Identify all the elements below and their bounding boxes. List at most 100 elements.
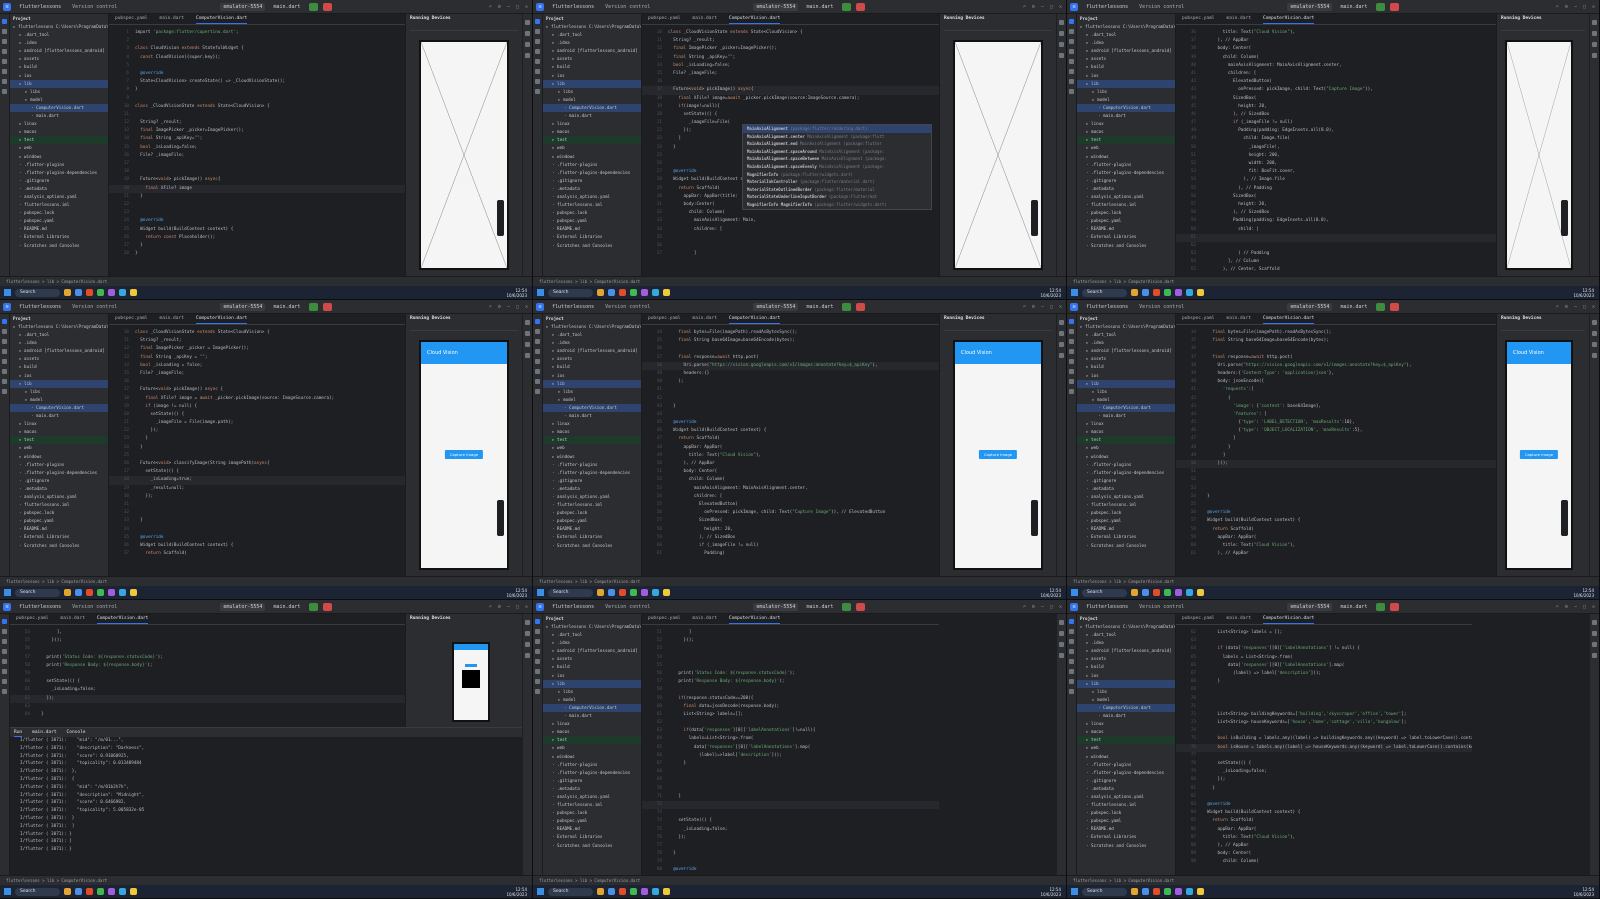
vcs-branch[interactable]: Version control	[602, 303, 653, 311]
tree-item[interactable]: ▸ model	[543, 696, 641, 704]
tree-item[interactable]: · Scratches and Consoles	[543, 242, 641, 250]
device-selector[interactable]: emulator-5554	[1287, 302, 1333, 311]
tree-item[interactable]: ▸ linux	[1077, 120, 1175, 128]
commit-icon[interactable]	[1069, 329, 1074, 334]
tree-item[interactable]: ▸ assets	[10, 355, 108, 363]
tree-item[interactable]: ▸ android [flutterlessons_android]	[543, 347, 641, 355]
tree-item[interactable]: · flutterlessons.iml	[10, 201, 108, 209]
taskbar-app-icon[interactable]	[64, 888, 71, 895]
settings-icon[interactable]: ⚙	[1032, 604, 1035, 610]
taskbar-app-icon[interactable]	[75, 589, 82, 596]
tree-item[interactable]: ▸ web	[1077, 144, 1175, 152]
emulator-icon[interactable]	[525, 653, 530, 658]
device-manager-icon[interactable]	[1592, 642, 1597, 647]
close-icon[interactable]: ✕	[1592, 4, 1595, 10]
project-tool-icon[interactable]	[1069, 319, 1074, 324]
notifications-icon[interactable]	[525, 620, 530, 625]
tree-item[interactable]: ▸ .dart_tool	[1077, 331, 1175, 339]
tree-item[interactable]: ▸ ios	[543, 672, 641, 680]
tree-item[interactable]: ▸ macos	[1077, 728, 1175, 736]
tree-item[interactable]: ▸ build	[10, 363, 108, 371]
tree-item[interactable]: ▸ build	[1077, 63, 1175, 71]
project-tool-icon[interactable]	[2, 19, 7, 24]
terminal-icon[interactable]	[2, 669, 7, 674]
tree-item[interactable]: ▸ windows	[1077, 453, 1175, 461]
taskbar-app-icon[interactable]	[119, 888, 126, 895]
vcs-branch[interactable]: Version control	[602, 603, 653, 611]
tree-item[interactable]: ▸ .dart_tool	[10, 331, 108, 339]
tree-item[interactable]: · README.md	[1077, 225, 1175, 233]
device-selector[interactable]: emulator-5554	[220, 2, 266, 11]
tree-item[interactable]: · .flutter-plugins-dependencies	[1077, 469, 1175, 477]
tree-item[interactable]: · analysis_options.yaml	[1077, 793, 1175, 801]
commit-icon[interactable]	[535, 29, 540, 34]
tree-item[interactable]: ▸ .dart_tool	[543, 631, 641, 639]
bookmarks-icon[interactable]	[1069, 349, 1074, 354]
autocomplete-item[interactable]: MainAxisAlignment.end MainAxisAlignment …	[743, 140, 931, 148]
stop-icon[interactable]	[855, 602, 865, 611]
editor-tab[interactable]: pubspec.yaml	[115, 14, 148, 24]
run-config-selector[interactable]: main.dart	[803, 3, 836, 11]
emulator-controls[interactable]	[497, 500, 504, 537]
bookmarks-icon[interactable]	[2, 649, 7, 654]
project-tool-icon[interactable]	[1069, 619, 1074, 624]
terminal-icon[interactable]	[1069, 69, 1074, 74]
bookmarks-icon[interactable]	[535, 49, 540, 54]
project-name[interactable]: flutterlessons	[16, 603, 64, 611]
autocomplete-item[interactable]: MaterialInkController (package:flutter/m…	[743, 178, 931, 186]
tree-item[interactable]: ▸ lib	[543, 79, 641, 88]
emulator-icon[interactable]	[525, 53, 530, 58]
device-manager-icon[interactable]	[1059, 342, 1064, 347]
close-icon[interactable]: ✕	[1592, 604, 1595, 610]
tree-item[interactable]: · External Libraries	[1077, 833, 1175, 841]
run-tool-icon[interactable]	[535, 659, 540, 664]
editor-tab[interactable]: main.dart	[693, 14, 717, 24]
tree-item[interactable]: ▸ lib	[1077, 379, 1175, 388]
emulator-icon[interactable]	[1592, 53, 1597, 58]
taskbar-app-icon[interactable]	[64, 289, 71, 296]
device-selector[interactable]: emulator-5554	[220, 602, 266, 611]
taskbar-app-icon[interactable]	[119, 289, 126, 296]
taskbar-app-icon[interactable]	[619, 888, 626, 895]
problems-icon[interactable]	[1069, 79, 1074, 84]
taskbar-app-icon[interactable]	[108, 888, 115, 895]
taskbar-search[interactable]: Search	[548, 887, 593, 896]
taskbar-app-icon[interactable]	[597, 888, 604, 895]
minimize-icon[interactable]: –	[507, 304, 510, 310]
tree-item[interactable]: ▸ lib	[543, 679, 641, 688]
git-icon[interactable]	[535, 389, 540, 394]
taskbar-app-icon[interactable]	[1164, 888, 1171, 895]
start-icon[interactable]	[1071, 289, 1078, 296]
notifications-icon[interactable]	[1592, 320, 1597, 325]
project-name[interactable]: flutterlessons	[1083, 303, 1131, 311]
run-config-selector[interactable]: main.dart	[270, 303, 303, 311]
tree-item[interactable]: · .flutter-plugins	[543, 461, 641, 469]
tree-item[interactable]: · Scratches and Consoles	[10, 242, 108, 250]
taskbar-app-icon[interactable]	[64, 589, 71, 596]
vcs-branch[interactable]: Version control	[69, 3, 120, 11]
tree-item[interactable]: · .gitignore	[10, 177, 108, 185]
tree-item[interactable]: ▸ .dart_tool	[1077, 631, 1175, 639]
editor-tab[interactable]: pubspec.yaml	[16, 614, 49, 624]
emulator-screen[interactable]	[419, 40, 509, 270]
tree-item[interactable]: · .gitignore	[543, 477, 641, 485]
tree-item[interactable]: ▸ web	[543, 444, 641, 452]
close-icon[interactable]: ✕	[525, 4, 528, 10]
emulator-screen[interactable]: Cloud Vision Capture Image	[953, 340, 1043, 570]
tree-item[interactable]: ▸ linux	[543, 720, 641, 728]
editor-tab[interactable]: ComputerVision.dart	[1262, 14, 1315, 24]
editor-tab[interactable]: ComputerVision.dart	[728, 14, 781, 24]
tree-item[interactable]: · flutterlessons.iml	[1077, 201, 1175, 209]
editor-tab[interactable]: main.dart	[1227, 14, 1251, 24]
capture-image-button[interactable]	[465, 664, 477, 667]
start-icon[interactable]	[537, 589, 544, 596]
taskbar-app-icon[interactable]	[652, 589, 659, 596]
project-header[interactable]: Project	[543, 14, 641, 23]
tree-item[interactable]: ▸ windows	[543, 153, 641, 161]
tree-item[interactable]: ▸ .dart_tool	[543, 331, 641, 339]
tree-item[interactable]: · main.dart	[1077, 412, 1175, 420]
vcs-branch[interactable]: Version control	[602, 3, 653, 11]
tree-item[interactable]: ▸ .dart_tool	[10, 31, 108, 39]
taskbar-app-icon[interactable]	[130, 589, 137, 596]
tree-item[interactable]: · README.md	[10, 225, 108, 233]
